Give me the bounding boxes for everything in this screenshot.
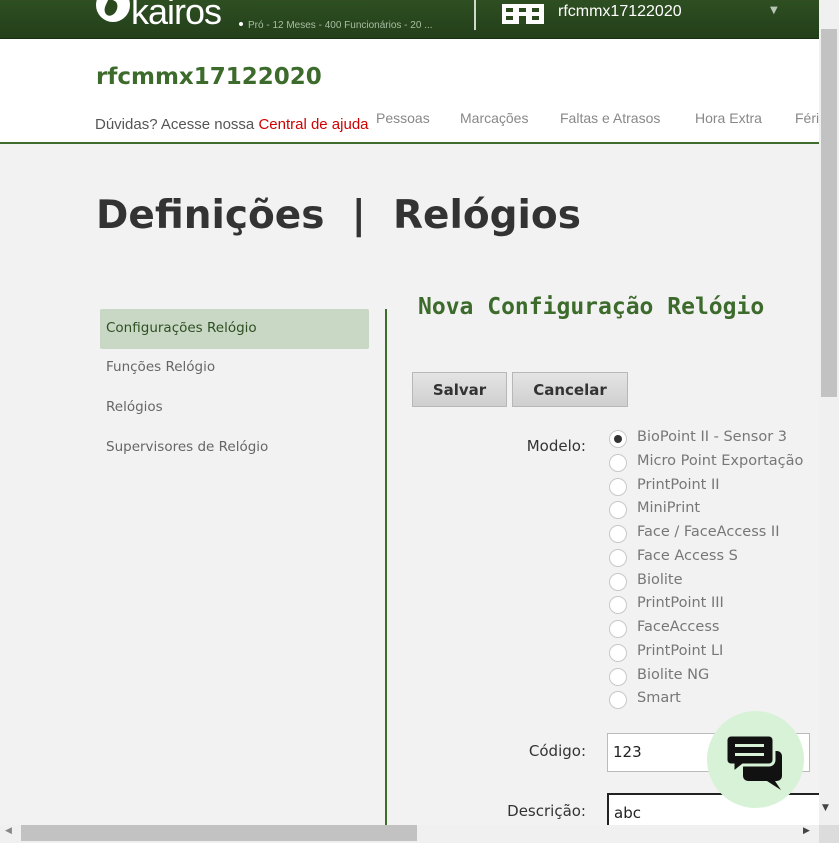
page-header: rfcmmx17122020 Dúvidas? Acesse nossa Cen… [0,39,819,144]
radio-button[interactable] [609,454,627,472]
chevron-down-icon[interactable]: ▼ [770,5,778,16]
sidebar-item-funcoes-relogio[interactable]: Funções Relógio [100,348,369,388]
sidebar-item-supervisores-relogio[interactable]: Supervisores de Relógio [100,428,369,468]
radio-button[interactable] [609,525,627,543]
model-option-label: PrintPoint III [637,595,724,611]
model-option-label: Smart [637,690,681,706]
scrollbar-corner [819,825,839,843]
radio-button[interactable] [609,549,627,567]
model-option-label: FaceAccess [637,619,720,635]
vertical-scroll-thumb[interactable] [821,29,837,397]
model-option-label: BioPoint II - Sensor 3 [637,429,787,445]
radio-button[interactable] [609,668,627,686]
building-icon[interactable] [502,4,544,24]
code-label: Código: [528,742,586,760]
company-selector[interactable]: rfcmmx17122020 [558,3,682,21]
radio-button[interactable] [609,644,627,662]
form-title: Nova Configuração Relógio [418,294,765,320]
help-text: Dúvidas? Acesse nossa Central de ajuda [95,116,369,133]
nav-ferias[interactable]: Féri [795,110,819,126]
model-option-label: Biolite [637,572,683,588]
company-title: rfcmmx17122020 [96,64,322,90]
chat-button[interactable] [707,711,804,808]
topbar-divider [474,0,476,30]
kairos-logo-icon[interactable] [96,0,130,22]
radio-button[interactable] [609,573,627,591]
plan-info: Pró - 12 Meses - 400 Funcionários - 20 .… [248,20,433,31]
sidebar-item-relogios[interactable]: Relógios [100,388,369,428]
top-bar: kairos Pró - 12 Meses - 400 Funcionários… [0,0,819,39]
model-option-label: PrintPoint LI [637,643,724,659]
save-button[interactable]: Salvar [412,372,507,407]
cancel-button[interactable]: Cancelar [512,372,628,407]
page-title: Definições | Relógios [96,193,581,238]
radio-button[interactable] [609,691,627,709]
description-label: Descrição: [507,802,586,820]
scroll-right-arrow-icon[interactable]: ▶ [803,826,810,836]
model-label: Modelo: [526,437,586,455]
radio-button[interactable] [609,596,627,614]
scroll-down-arrow-icon[interactable]: ▼ [822,803,829,813]
radio-button[interactable] [609,478,627,496]
radio-button[interactable] [609,620,627,638]
horizontal-scroll-thumb[interactable] [21,825,417,841]
sidebar-item-configuracoes-relogio[interactable]: Configurações Relógio [100,309,369,349]
chat-bubbles-icon [724,733,782,790]
radio-button[interactable] [609,501,627,519]
logo-dot [239,22,243,26]
radio-button[interactable] [609,430,627,448]
nav-pessoas[interactable]: Pessoas [376,110,430,126]
kairos-logo-text[interactable]: kairos [131,0,222,33]
model-option-label: PrintPoint II [637,477,720,493]
sidebar-divider [385,309,387,829]
help-prefix: Dúvidas? Acesse nossa [95,116,259,133]
scroll-left-arrow-icon[interactable]: ◀ [5,826,12,836]
model-option-label: Biolite NG [637,667,710,683]
model-option-label: Micro Point Exportação [637,453,804,469]
model-option-label: MiniPrint [637,500,701,516]
help-center-link[interactable]: Central de ajuda [258,116,368,133]
model-option-label: Face / FaceAccess II [637,524,780,540]
nav-hora-extra[interactable]: Hora Extra [695,110,762,126]
nav-marcacoes[interactable]: Marcações [460,110,528,126]
nav-faltas-atrasos[interactable]: Faltas e Atrasos [560,110,660,126]
model-option-label: Face Access S [637,548,738,564]
